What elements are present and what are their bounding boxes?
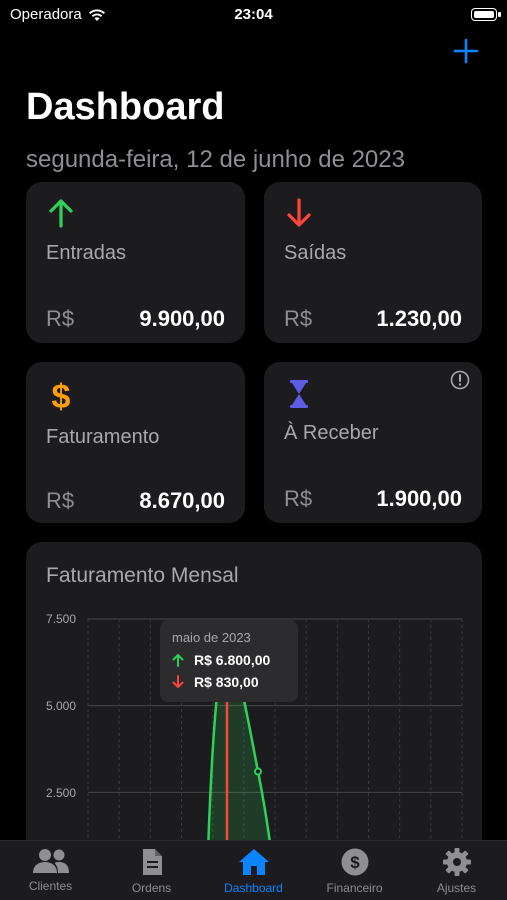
chart-card[interactable]: Faturamento Mensal 7.500 5.000 2.500 mai…: [26, 542, 482, 872]
arrow-up-icon: [172, 653, 184, 667]
document-icon: [142, 849, 162, 875]
tooltip-out-value: R$ 830,00: [194, 674, 259, 690]
card-label: Entradas: [46, 242, 127, 264]
gear-icon: [442, 848, 471, 876]
tab-label: Dashboard: [224, 881, 283, 895]
card-faturamento[interactable]: $ Faturamento R$ 8.670,00: [26, 362, 245, 523]
tab-label: Ajustes: [436, 881, 477, 895]
tooltip-month: maio de 2023: [172, 630, 251, 645]
hourglass-icon: [290, 380, 308, 408]
tooltip-row-out: R$ 830,00: [172, 674, 259, 690]
card-amount: 8.670,00: [139, 488, 225, 513]
battery-icon: [471, 8, 497, 21]
battery-nub: [498, 12, 501, 17]
y-tick-label: 2.500: [46, 786, 77, 800]
page-date: segunda-feira, 12 de junho de 2023: [26, 146, 405, 173]
arrow-up-icon: [49, 199, 73, 228]
tab-ordens[interactable]: Ordens: [101, 847, 202, 895]
card-label: Saídas: [284, 242, 347, 264]
svg-text:$: $: [52, 378, 71, 416]
chart-plot[interactable]: [26, 542, 482, 872]
tab-clientes[interactable]: Clientes: [0, 847, 101, 893]
people-icon: [32, 849, 69, 873]
page-title: Dashboard: [26, 86, 225, 128]
tab-label: Financeiro: [326, 881, 383, 895]
card-currency: R$: [46, 306, 75, 331]
card-label: À Receber: [284, 422, 379, 444]
tab-label: Ordens: [131, 881, 172, 895]
tab-dashboard[interactable]: Dashboard: [203, 847, 304, 895]
chart-tooltip: maio de 2023 R$ 6.800,00 R$ 830,00: [160, 620, 298, 702]
card-currency: R$: [46, 488, 75, 513]
card-amount: 9.900,00: [139, 306, 225, 331]
card-amount: 1.900,00: [376, 486, 462, 511]
card-label: Faturamento: [46, 426, 160, 448]
card-saidas[interactable]: Saídas R$ 1.230,00: [264, 182, 482, 343]
dollar-icon: $: [52, 378, 71, 416]
house-icon: [238, 849, 269, 875]
status-time: 23:04: [234, 6, 273, 23]
svg-text:$: $: [350, 853, 360, 872]
tab-bar: Clientes Ordens Dashboard $ Financeiro A…: [0, 840, 507, 900]
arrow-down-icon: [172, 675, 184, 689]
tooltip-in-value: R$ 6.800,00: [194, 652, 271, 668]
y-tick-label: 7.500: [46, 612, 77, 626]
card-entradas[interactable]: Entradas R$ 9.900,00: [26, 182, 245, 343]
status-bar: Operadora 23:04: [0, 0, 507, 30]
data-point: [254, 767, 262, 776]
arrow-down-icon: [287, 198, 311, 227]
tab-ajustes[interactable]: Ajustes: [406, 847, 507, 895]
tab-label: Clientes: [28, 879, 73, 893]
info-icon[interactable]: [450, 370, 470, 390]
tooltip-row-in: R$ 6.800,00: [172, 652, 270, 668]
card-currency: R$: [284, 306, 313, 331]
card-amount: 1.230,00: [376, 306, 462, 331]
card-currency: R$: [284, 486, 313, 511]
tab-financeiro[interactable]: $ Financeiro: [304, 847, 405, 895]
y-tick-label: 5.000: [46, 699, 77, 713]
card-receber[interactable]: À Receber R$ 1.900,00: [264, 362, 482, 523]
add-button[interactable]: [451, 36, 481, 66]
dollar-circle-icon: $: [341, 848, 368, 876]
